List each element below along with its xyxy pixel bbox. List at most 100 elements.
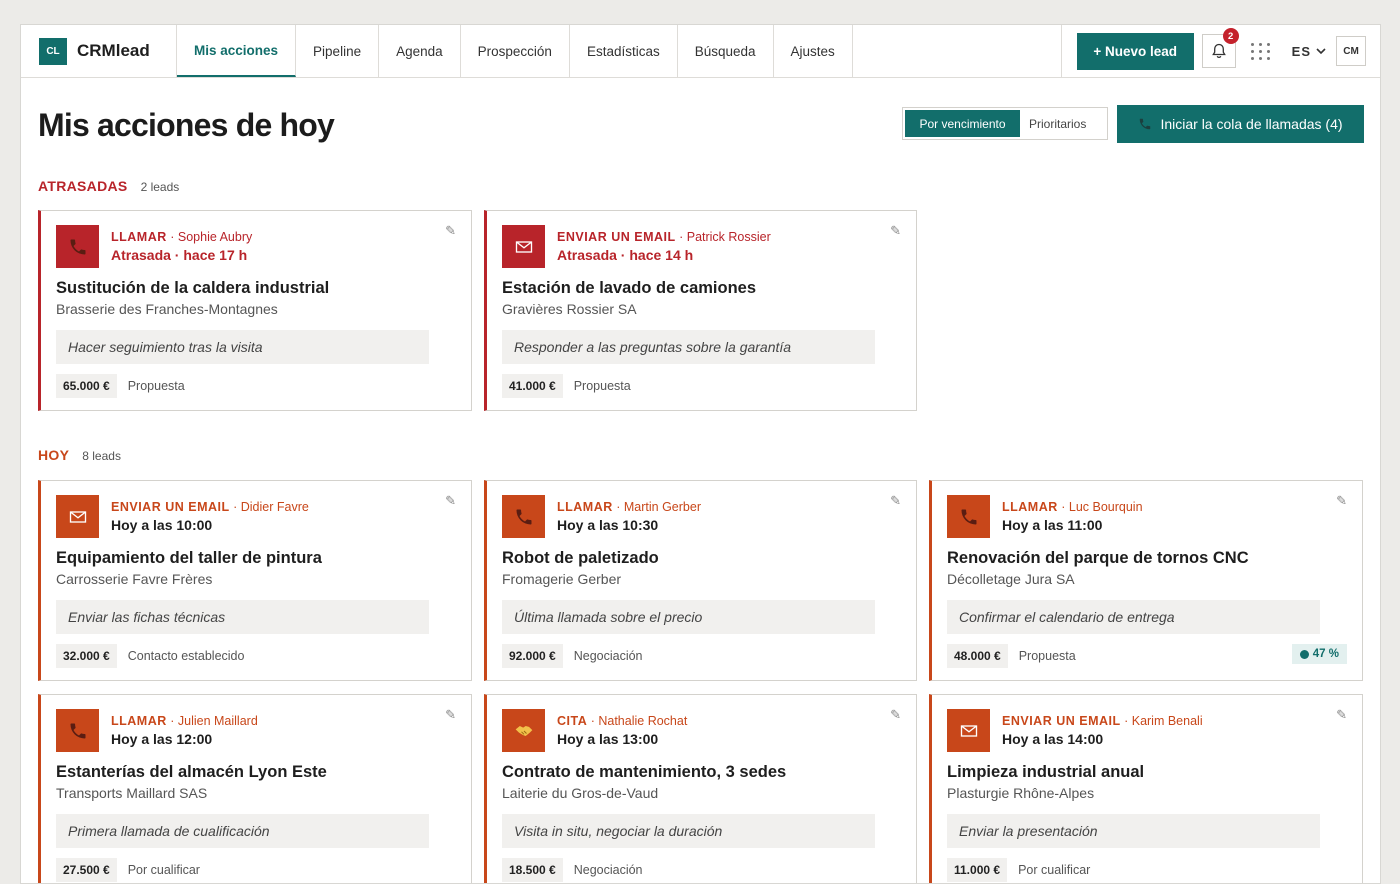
sort-toggle: Por vencimiento Prioritarios: [902, 107, 1108, 140]
action-card[interactable]: ✎ ENVIAR UN EMAIL · Didier Favre Hoy a las…: [38, 480, 472, 681]
deal-stage: Negociación: [573, 863, 643, 877]
action-note: Responder a las preguntas sobre la garan…: [502, 330, 875, 364]
action-note: Visita in situ, negociar la duración: [502, 814, 875, 848]
tab-busqueda[interactable]: Búsqueda: [678, 25, 774, 77]
deal-title[interactable]: Estanterías del almacén Lyon Este: [56, 762, 471, 783]
action-card[interactable]: ✎ ENVIAR UN EMAIL · Karim Benali Hoy a las…: [929, 694, 1363, 883]
tab-mis-acciones[interactable]: Mis acciones: [177, 25, 297, 77]
today-section-title: HOY: [38, 447, 70, 463]
email-icon: [515, 240, 532, 253]
edit-pencil-icon[interactable]: ✎: [445, 707, 456, 723]
action-type-badge: [947, 709, 990, 752]
deal-title[interactable]: Estación de lavado de camiones: [502, 278, 916, 299]
email-icon: [960, 724, 977, 737]
contact-name[interactable]: · Sophie Aubry: [167, 230, 252, 244]
action-type-badge: [502, 709, 545, 752]
action-card[interactable]: ✎ ENVIAR UN EMAIL · Patrick Rossier Atrasa…: [484, 210, 917, 411]
contact-name[interactable]: · Julien Maillard: [167, 714, 258, 728]
edit-pencil-icon[interactable]: ✎: [890, 223, 901, 239]
contact-name[interactable]: · Patrick Rossier: [676, 230, 771, 244]
action-card[interactable]: ✎ LLAMAR · Martin Gerber Hoy a las 10:30 Ro…: [484, 480, 917, 681]
action-type-badge: [502, 495, 545, 538]
sort-by-due-button[interactable]: Por vencimiento: [905, 110, 1020, 137]
tab-pipeline[interactable]: Pipeline: [296, 25, 380, 77]
action-card[interactable]: ✎ LLAMAR · Julien Maillard Hoy a las 12:00…: [38, 694, 472, 883]
company-name: Décolletage Jura SA: [947, 571, 1075, 587]
overdue-count: 2 leads: [140, 180, 180, 194]
contact-name[interactable]: · Martin Gerber: [613, 500, 701, 514]
action-kind-label: ENVIAR UN EMAIL: [111, 500, 230, 514]
action-note: Enviar la presentación: [947, 814, 1320, 848]
action-card[interactable]: ✎ CITA · Nathalie Rochat Hoy a las 13:00 Co…: [484, 694, 917, 883]
main-tabs: Mis acciones Pipeline Agenda Prospección…: [177, 25, 853, 77]
action-due-time: Hoy a las 14:00: [1002, 731, 1104, 747]
tab-prospeccion[interactable]: Prospección: [461, 25, 570, 77]
deal-title[interactable]: Renovación del parque de tornos CNC: [947, 548, 1362, 569]
deal-amount: 48.000 €: [947, 644, 1008, 668]
action-kind: CITA · Nathalie Rochat: [557, 713, 687, 730]
action-kind-label: LLAMAR: [557, 500, 613, 514]
phone-icon: [961, 509, 976, 524]
action-note: Hacer seguimiento tras la visita: [56, 330, 429, 364]
language-value: ES: [1291, 43, 1311, 59]
action-card[interactable]: ✎ LLAMAR · Sophie Aubry Atrasada · hace 17…: [38, 210, 472, 411]
edit-pencil-icon[interactable]: ✎: [445, 493, 456, 509]
action-due-time: Hoy a las 10:00: [111, 517, 213, 533]
language-select[interactable]: ES: [1292, 44, 1326, 59]
tab-estadisticas[interactable]: Estadísticas: [570, 25, 678, 77]
deal-title[interactable]: Equipamiento del taller de pintura: [56, 548, 471, 569]
new-lead-button[interactable]: + Nuevo lead: [1076, 32, 1194, 70]
overdue-section-header: ATRASADAS 2 leads: [38, 178, 179, 194]
action-due-time: Hoy a las 11:00: [1002, 517, 1103, 533]
apps-grid-icon[interactable]: [1246, 42, 1276, 60]
notifications-button[interactable]: 2: [1201, 28, 1239, 68]
action-kind-label: CITA: [557, 714, 588, 728]
overdue-cards: ✎ LLAMAR · Sophie Aubry Atrasada · hace 17…: [38, 210, 1363, 411]
deal-stage: Propuesta: [127, 379, 185, 393]
contact-name[interactable]: · Nathalie Rochat: [587, 714, 688, 728]
tab-ajustes[interactable]: Ajustes: [774, 25, 853, 77]
deal-amount: 92.000 €: [502, 644, 563, 668]
user-avatar[interactable]: CM: [1336, 36, 1366, 66]
action-card[interactable]: ✎ LLAMAR · Luc Bourquin Hoy a las 11:00 Ren…: [929, 480, 1363, 681]
today-section-header: HOY 8 leads: [38, 447, 121, 463]
company-name: Gravières Rossier SA: [502, 301, 637, 317]
phone-icon: [516, 509, 531, 524]
edit-pencil-icon[interactable]: ✎: [890, 493, 901, 509]
action-due-time: Hoy a las 12:00: [111, 731, 213, 747]
company-name: Transports Maillard SAS: [56, 785, 208, 801]
deal-amount: 32.000 €: [56, 644, 117, 668]
edit-pencil-icon[interactable]: ✎: [1336, 493, 1347, 509]
edit-pencil-icon[interactable]: ✎: [1336, 707, 1347, 723]
brand[interactable]: CL CRMlead: [21, 25, 177, 77]
company-name: Plasturgie Rhône-Alpes: [947, 785, 1095, 801]
start-call-queue-button[interactable]: Iniciar la cola de llamadas (4): [1117, 105, 1364, 143]
edit-pencil-icon[interactable]: ✎: [445, 223, 456, 239]
deal-amount: 11.000 €: [947, 858, 1008, 882]
action-due-time: Atrasada · hace 14 h: [557, 247, 694, 263]
deal-title[interactable]: Limpieza industrial anual: [947, 762, 1362, 783]
contact-name[interactable]: · Didier Favre: [230, 500, 309, 514]
action-kind: LLAMAR · Luc Bourquin: [1002, 499, 1143, 516]
tab-agenda[interactable]: Agenda: [379, 25, 461, 77]
deal-stage: Contacto establecido: [127, 649, 245, 663]
deal-title[interactable]: Sustitución de la caldera industrial: [56, 278, 471, 299]
contact-name[interactable]: · Karim Benali: [1121, 714, 1203, 728]
action-note: Enviar las fichas técnicas: [56, 600, 429, 634]
top-navigation: CL CRMlead Mis acciones Pipeline Agenda …: [21, 25, 1380, 78]
action-type-badge: [56, 495, 99, 538]
deal-amount: 18.500 €: [502, 858, 563, 882]
action-note: Primera llamada de cualificación: [56, 814, 429, 848]
handshake-icon: [515, 725, 532, 736]
contact-name[interactable]: · Luc Bourquin: [1058, 500, 1142, 514]
deal-title[interactable]: Robot de paletizado: [502, 548, 916, 569]
sort-by-priority-button[interactable]: Prioritarios: [1020, 110, 1095, 137]
notification-count-badge: 2: [1222, 28, 1239, 44]
probability-value: 47 %: [1312, 648, 1339, 660]
probability-dot-icon: [1299, 649, 1309, 659]
deal-title[interactable]: Contrato de mantenimiento, 3 sedes: [502, 762, 916, 783]
deal-stage: Propuesta: [1018, 649, 1076, 663]
logo: CL: [39, 37, 67, 65]
action-kind: ENVIAR UN EMAIL · Karim Benali: [1002, 713, 1203, 730]
edit-pencil-icon[interactable]: ✎: [890, 707, 901, 723]
